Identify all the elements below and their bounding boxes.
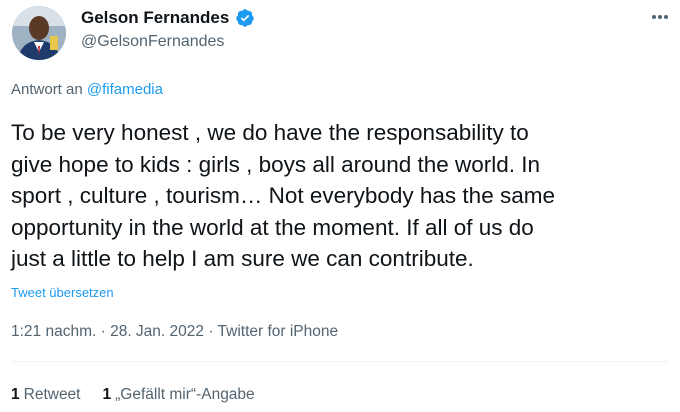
reply-context: Antwort an @fifamedia — [11, 81, 163, 98]
avatar[interactable] — [12, 6, 66, 60]
translate-tweet-link[interactable]: Tweet übersetzen — [11, 285, 114, 300]
tweet-text: To be very honest , we do have the respo… — [11, 117, 676, 275]
verified-badge-icon — [235, 8, 255, 28]
avatar-image — [12, 6, 66, 60]
tweet-text-line: opportunity in the world at the moment. … — [11, 214, 534, 240]
like-count-link[interactable]: 1 „Gefällt mir“-Angabe — [103, 386, 255, 404]
tweet-text-line: just a little to help I am sure we can c… — [11, 246, 474, 271]
like-label: „Gefällt mir“-Angabe — [115, 386, 255, 403]
retweet-count-link[interactable]: 1 Retweet — [11, 386, 81, 404]
tweet-text-line: To be very honest , we do have the respo… — [11, 120, 529, 145]
author-handle[interactable]: @GelsonFernandes — [81, 33, 224, 51]
engagement-stats: 1 Retweet 1 „Gefällt mir“-Angabe — [11, 386, 255, 404]
tweet-metadata[interactable]: 1:21 nachm. · 28. Jan. 2022 · Twitter fo… — [11, 323, 338, 341]
author-name-row: Gelson Fernandes — [81, 8, 255, 28]
author-display-name[interactable]: Gelson Fernandes — [81, 8, 229, 28]
reply-prefix: Antwort an — [11, 81, 83, 98]
retweet-label: Retweet — [23, 386, 81, 403]
like-count: 1 — [102, 386, 112, 403]
tweet-text-line: give hope to kids : girls , boys all aro… — [11, 151, 541, 177]
retweet-count: 1 — [11, 386, 20, 403]
more-options-icon[interactable] — [648, 8, 672, 26]
divider — [11, 361, 668, 362]
reply-mention-link[interactable]: @fifamedia — [87, 81, 163, 98]
tweet-text-line: sport , culture , tourism… Not everybody… — [11, 183, 555, 208]
